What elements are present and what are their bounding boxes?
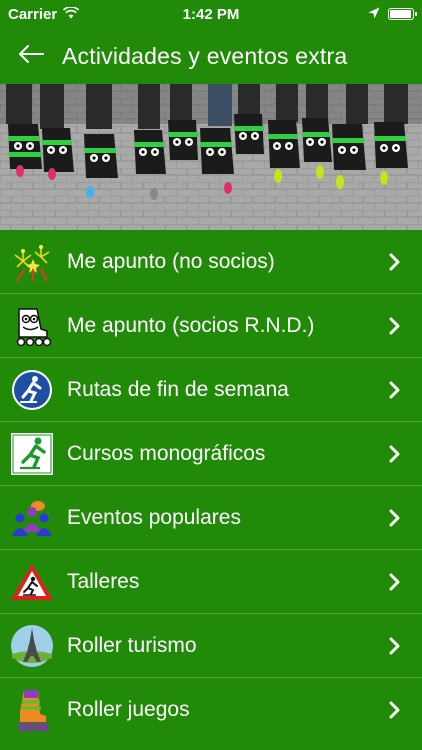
- chevron-right-icon: [382, 573, 408, 591]
- back-button[interactable]: [0, 28, 62, 84]
- chevron-right-icon: [382, 253, 408, 271]
- skate-character-icon: [10, 304, 54, 348]
- menu-item-eventos-populares[interactable]: Eventos populares: [0, 485, 422, 549]
- menu-item-talleres[interactable]: Talleres: [0, 549, 422, 613]
- menu-item-label: Rutas de fin de semana: [67, 377, 289, 401]
- fireworks-icon: [10, 240, 54, 284]
- menu-item-label: Roller turismo: [67, 633, 197, 657]
- menu-item-rutas-fin-de-semana[interactable]: Rutas de fin de semana: [0, 357, 422, 421]
- menu-item-label: Roller juegos: [67, 697, 190, 721]
- chevron-right-icon: [382, 637, 408, 655]
- status-bar: Carrier 1:42 PM: [0, 0, 422, 28]
- menu-item-roller-turismo[interactable]: Roller turismo: [0, 613, 422, 677]
- skater-sign-icon: [10, 432, 54, 476]
- inline-skate-icon: [10, 688, 54, 732]
- skater-circle-icon: [10, 368, 54, 412]
- menu-item-label: Me apunto (no socios): [67, 249, 275, 273]
- menu-item-cursos-monograficos[interactable]: Cursos monográficos: [0, 421, 422, 485]
- warning-skater-icon: [10, 560, 54, 604]
- chevron-right-icon: [382, 381, 408, 399]
- location-arrow-icon: [368, 6, 380, 23]
- eiffel-tower-icon: [10, 624, 54, 668]
- chevron-right-icon: [382, 509, 408, 527]
- menu-item-me-apunto-no-socios[interactable]: Me apunto (no socios): [0, 230, 422, 293]
- menu-item-label: Me apunto (socios R.N.D.): [67, 313, 315, 337]
- battery-icon: [388, 8, 417, 20]
- chevron-right-icon: [382, 317, 408, 335]
- menu-item-roller-juegos[interactable]: Roller juegos: [0, 677, 422, 741]
- back-arrow-icon: [18, 44, 44, 69]
- page-title: Actividades y eventos extra: [62, 42, 348, 69]
- hero-image: [0, 84, 422, 230]
- menu-item-label: Cursos monográficos: [67, 441, 266, 465]
- carrier-label: Carrier: [8, 5, 58, 23]
- people-group-icon: [10, 496, 54, 540]
- menu-list: Me apunto (no socios) Me apunto (socios …: [0, 230, 422, 741]
- menu-item-me-apunto-socios[interactable]: Me apunto (socios R.N.D.): [0, 293, 422, 357]
- menu-item-label: Talleres: [67, 569, 140, 593]
- navigation-bar: Actividades y eventos extra: [0, 28, 422, 84]
- chevron-right-icon: [382, 701, 408, 719]
- menu-item-label: Eventos populares: [67, 505, 241, 529]
- chevron-right-icon: [382, 445, 408, 463]
- battery-fill: [390, 10, 411, 18]
- status-right: [368, 6, 422, 23]
- skates-photo: [0, 84, 422, 230]
- status-left: Carrier: [0, 5, 80, 23]
- wifi-icon: [63, 5, 80, 23]
